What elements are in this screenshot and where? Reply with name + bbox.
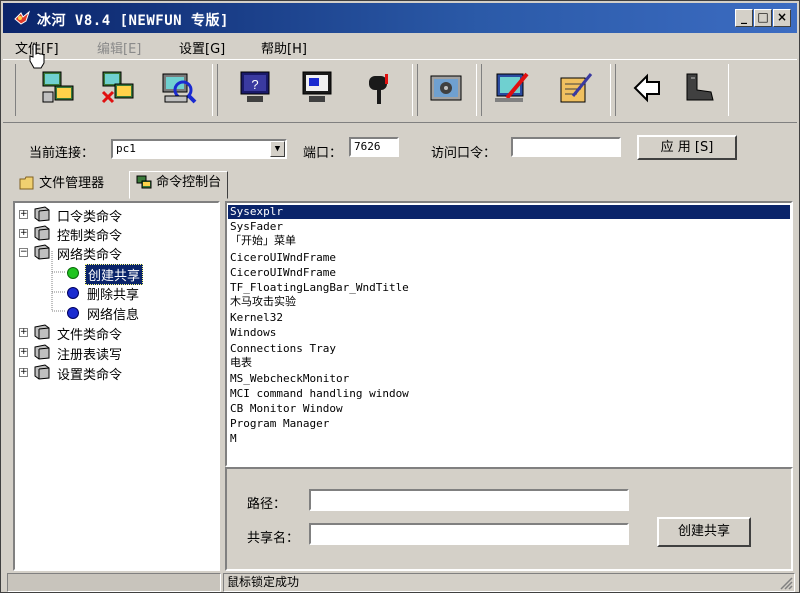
search-host-icon[interactable] [159, 70, 199, 106]
minimize-button[interactable]: _ [735, 9, 753, 27]
list-item[interactable]: 木马攻击实验 [230, 295, 296, 309]
apply-button[interactable]: 应 用 [S] [637, 135, 737, 160]
window-title: 冰河 V8.4 [NEWFUN 专版] [37, 13, 229, 29]
tab-command-console[interactable]: 命令控制台 [129, 171, 229, 199]
status-bar: 鼠标锁定成功 [5, 573, 795, 592]
list-item[interactable]: Windows [230, 326, 276, 340]
current-connection-value: pc1 [116, 142, 136, 155]
tree-item-registry[interactable]: + 注册表读写 [15, 343, 215, 363]
menu-bar: 文件[F] 编辑[E] 设置[G] 帮助[H] [3, 35, 797, 57]
list-item[interactable]: MCI command handling window [230, 387, 409, 401]
chevron-down-icon[interactable]: ▼ [270, 141, 285, 157]
expand-icon[interactable]: + [19, 368, 28, 377]
folder-icon [19, 176, 34, 190]
share-name-input[interactable] [309, 523, 629, 545]
tree-lines [51, 251, 65, 312]
share-name-label: 共享名： [247, 531, 300, 546]
svg-text:?: ? [251, 77, 258, 92]
tab-file-manager[interactable]: 文件管理器 [13, 173, 110, 197]
edit-icon[interactable] [555, 70, 595, 106]
tree-item-label: 文件类命令 [57, 328, 123, 343]
exit-icon[interactable] [679, 70, 719, 106]
tree-item-settings-commands[interactable]: + 设置类命令 [15, 363, 215, 383]
app-icon [14, 10, 31, 25]
menu-help[interactable]: 帮助[H] [261, 38, 307, 57]
title-bar[interactable]: 冰河 V8.4 [NEWFUN 专版] _ □ × [3, 3, 797, 33]
list-item[interactable]: SysFader [230, 220, 283, 234]
list-item[interactable]: CiceroUIWndFrame [230, 251, 336, 265]
configure-icon[interactable] [493, 70, 533, 106]
list-item[interactable]: Program Manager [230, 417, 329, 431]
list-item[interactable]: CB Monitor Window [230, 402, 343, 416]
monitor-icon[interactable] [297, 70, 337, 106]
path-label: 路径： [247, 497, 287, 512]
command-tree: + 口令类命令 + 控制类命令 − 网络类命令 创建共享 删除共享 网络信息 + [13, 201, 220, 571]
list-item[interactable]: Connections Tray [230, 342, 336, 356]
status-progress [7, 573, 221, 592]
maximize-button[interactable]: □ [754, 9, 772, 27]
tree-item-file-commands[interactable]: + 文件类命令 [15, 323, 215, 343]
book-folder-icon [34, 324, 50, 340]
hand-cursor-icon [29, 43, 45, 69]
expand-icon[interactable]: + [19, 348, 28, 357]
current-connection-label: 当前连接： [29, 146, 95, 161]
list-item[interactable]: M [230, 432, 237, 446]
window-list[interactable]: Sysexplr SysFader 「开始」菜单 CiceroUIWndFram… [225, 201, 793, 467]
main-window: 冰河 V8.4 [NEWFUN 专版] _ □ × 文件[F] 编辑[E] 设置… [0, 0, 800, 593]
add-host-icon[interactable] [99, 70, 139, 106]
close-button[interactable]: × [773, 9, 791, 27]
book-folder-icon [34, 364, 50, 380]
tree-item-label: 网络信息 [87, 308, 140, 323]
menu-edit[interactable]: 编辑[E] [97, 38, 141, 57]
expand-icon[interactable]: + [19, 328, 28, 337]
password-input[interactable] [511, 137, 621, 157]
connection-row: 当前连接： pc1 ▼ 端口： 7626 访问口令： 应 用 [S] [3, 123, 797, 163]
computer-icon [136, 175, 152, 189]
list-item[interactable]: 「开始」菜单 [230, 234, 296, 248]
list-item[interactable]: 电表 [230, 356, 252, 370]
resize-grip-icon[interactable] [780, 577, 793, 590]
tab-file-manager-label: 文件管理器 [39, 176, 105, 191]
tree-item-label: 删除共享 [87, 288, 140, 303]
help-icon[interactable]: ? [235, 70, 275, 106]
tab-command-console-label: 命令控制台 [156, 175, 222, 190]
list-item[interactable]: MS_WebcheckMonitor [230, 372, 349, 386]
toolbar: ? [3, 59, 797, 123]
list-item[interactable]: TF_FloatingLangBar_WndTitle [230, 281, 409, 295]
port-label: 端口： [303, 146, 343, 161]
current-connection-select[interactable]: pc1 ▼ [111, 139, 287, 159]
port-input[interactable]: 7626 [349, 137, 399, 157]
auto-search-icon[interactable] [39, 70, 79, 106]
list-item[interactable]: Kernel32 [230, 311, 283, 325]
back-icon[interactable] [627, 70, 667, 106]
path-input[interactable] [309, 489, 629, 511]
book-folder-icon [34, 344, 50, 360]
tree-item-label: 注册表读写 [57, 348, 123, 363]
status-message: 鼠标锁定成功 [223, 573, 795, 592]
create-share-button[interactable]: 创建共享 [657, 517, 751, 547]
tree-item-label: 设置类命令 [57, 368, 123, 383]
password-label: 访问口令： [431, 146, 497, 161]
list-item[interactable]: Sysexplr [228, 205, 790, 219]
mailbox-icon[interactable] [359, 70, 399, 106]
share-form: 路径： 共享名： 创建共享 [225, 467, 793, 571]
menu-settings[interactable]: 设置[G] [179, 38, 225, 57]
tree-item-label: 创建共享 [85, 264, 144, 285]
settings-icon[interactable] [427, 70, 467, 106]
list-item[interactable]: CiceroUIWndFrame [230, 266, 336, 280]
tab-bar: 文件管理器 命令控制台 [3, 169, 797, 199]
